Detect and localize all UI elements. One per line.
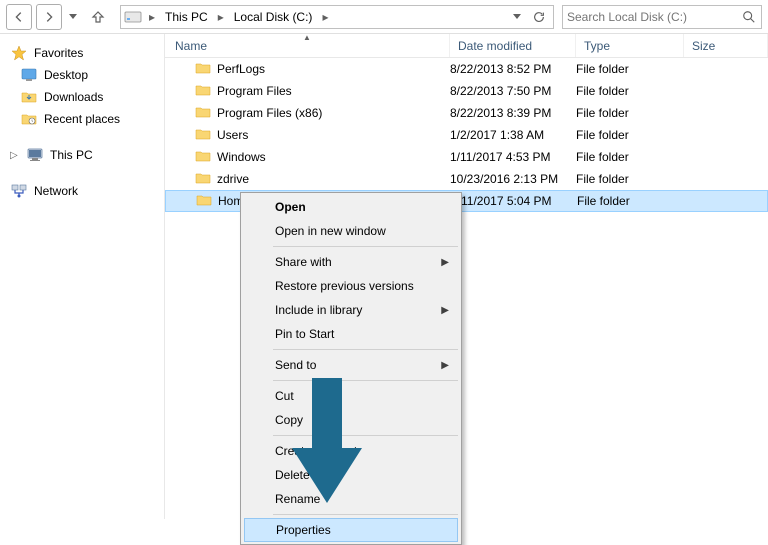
file-type: File folder bbox=[576, 172, 684, 186]
menu-item-copy[interactable]: Copy bbox=[243, 408, 459, 432]
sidebar-item-label: Desktop bbox=[44, 68, 88, 82]
file-list: PerfLogs8/22/2013 8:52 PMFile folderProg… bbox=[165, 58, 768, 212]
column-name[interactable]: ▲ Name bbox=[165, 34, 450, 57]
menu-item-include-in-library[interactable]: Include in library▶ bbox=[243, 298, 459, 322]
search-input[interactable] bbox=[567, 10, 741, 24]
file-date: 1/11/2017 4:53 PM bbox=[450, 150, 576, 164]
file-type: File folder bbox=[577, 194, 685, 208]
context-menu: OpenOpen in new window Share with▶Restore… bbox=[240, 192, 462, 545]
menu-separator bbox=[273, 514, 458, 515]
desktop-icon bbox=[20, 67, 38, 83]
file-name: Windows bbox=[217, 150, 266, 164]
sidebar-this-pc[interactable]: ▷ This PC bbox=[0, 144, 164, 166]
file-date: 8/22/2013 7:50 PM bbox=[450, 84, 576, 98]
sidebar-item-recent-places[interactable]: Recent places bbox=[0, 108, 164, 130]
column-type[interactable]: Type bbox=[576, 34, 684, 57]
sidebar-item-label: Recent places bbox=[44, 112, 120, 126]
folder-icon bbox=[195, 149, 211, 166]
chevron-down-icon[interactable] bbox=[507, 7, 527, 27]
search-icon[interactable] bbox=[741, 9, 757, 25]
folder-icon bbox=[195, 83, 211, 100]
folder-icon bbox=[195, 127, 211, 144]
sidebar-network[interactable]: Network bbox=[0, 180, 164, 202]
file-row[interactable]: Users 1/2/2017 1:38 AMFile folder bbox=[165, 124, 768, 146]
menu-item-create-shortcut[interactable]: Create shortcut bbox=[243, 439, 459, 463]
sidebar-favorites[interactable]: Favorites bbox=[0, 42, 164, 64]
navigation-pane: Favorites Desktop Downloads Recent place… bbox=[0, 34, 165, 519]
star-icon bbox=[10, 45, 28, 61]
caret-icon: ▷ bbox=[10, 150, 20, 161]
pc-icon bbox=[26, 147, 44, 163]
file-date: 8/22/2013 8:52 PM bbox=[450, 62, 576, 76]
menu-separator bbox=[273, 435, 458, 436]
file-row[interactable]: Program Files 8/22/2013 7:50 PMFile folde… bbox=[165, 80, 768, 102]
sort-ascending-icon: ▲ bbox=[303, 33, 311, 42]
file-date: 1/2/2017 1:38 AM bbox=[450, 128, 576, 142]
column-date[interactable]: Date modified bbox=[450, 34, 576, 57]
file-row[interactable]: zdrive 10/23/2016 2:13 PMFile folder bbox=[165, 168, 768, 190]
folder-icon bbox=[195, 105, 211, 122]
sidebar-item-desktop[interactable]: Desktop bbox=[0, 64, 164, 86]
sidebar-item-label: Network bbox=[34, 184, 78, 198]
submenu-arrow-icon: ▶ bbox=[441, 257, 449, 268]
downloads-icon bbox=[20, 89, 38, 105]
submenu-arrow-icon: ▶ bbox=[441, 360, 449, 371]
sidebar-item-label: This PC bbox=[50, 148, 93, 162]
file-type: File folder bbox=[576, 128, 684, 142]
chevron-right-icon[interactable]: ▸ bbox=[214, 10, 228, 24]
menu-separator bbox=[273, 349, 458, 350]
column-headers: ▲ Name Date modified Type Size bbox=[165, 34, 768, 58]
forward-button[interactable] bbox=[36, 4, 62, 30]
menu-item-properties[interactable]: Properties bbox=[244, 518, 458, 542]
menu-separator bbox=[273, 246, 458, 247]
folder-icon bbox=[196, 193, 212, 210]
file-name: Program Files (x86) bbox=[217, 106, 322, 120]
folder-icon bbox=[195, 171, 211, 188]
recent-places-icon bbox=[20, 111, 38, 127]
drive-icon bbox=[123, 8, 143, 26]
menu-item-open[interactable]: Open bbox=[243, 195, 459, 219]
file-date: 1/11/2017 5:04 PM bbox=[451, 194, 577, 208]
file-type: File folder bbox=[576, 62, 684, 76]
chevron-right-icon[interactable]: ▸ bbox=[318, 10, 332, 24]
network-icon bbox=[10, 183, 28, 199]
menu-item-rename[interactable]: Rename bbox=[243, 487, 459, 511]
submenu-arrow-icon: ▶ bbox=[441, 305, 449, 316]
column-size[interactable]: Size bbox=[684, 34, 768, 57]
menu-item-send-to[interactable]: Send to▶ bbox=[243, 353, 459, 377]
file-row[interactable]: PerfLogs 8/22/2013 8:52 PMFile folder bbox=[165, 58, 768, 80]
breadcrumb[interactable]: ▸ This PC ▸ Local Disk (C:) ▸ bbox=[120, 5, 554, 29]
menu-item-open-in-new-window[interactable]: Open in new window bbox=[243, 219, 459, 243]
file-name: zdrive bbox=[217, 172, 249, 186]
breadcrumb-this-pc[interactable]: This PC bbox=[159, 6, 214, 28]
sidebar-item-downloads[interactable]: Downloads bbox=[0, 86, 164, 108]
chevron-right-icon[interactable]: ▸ bbox=[145, 10, 159, 24]
menu-item-cut[interactable]: Cut bbox=[243, 384, 459, 408]
menu-item-delete[interactable]: Delete bbox=[243, 463, 459, 487]
back-button[interactable] bbox=[6, 4, 32, 30]
menu-item-pin-to-start[interactable]: Pin to Start bbox=[243, 322, 459, 346]
refresh-icon[interactable] bbox=[529, 7, 549, 27]
file-row[interactable]: Program Files (x86) 8/22/2013 8:39 PMFile… bbox=[165, 102, 768, 124]
folder-icon bbox=[195, 61, 211, 78]
menu-separator bbox=[273, 380, 458, 381]
recent-locations-dropdown[interactable] bbox=[66, 4, 80, 30]
file-name: PerfLogs bbox=[217, 62, 265, 76]
breadcrumb-local-disk[interactable]: Local Disk (C:) bbox=[228, 6, 319, 28]
sidebar-item-label: Downloads bbox=[44, 90, 103, 104]
file-type: File folder bbox=[576, 150, 684, 164]
file-name: Program Files bbox=[217, 84, 292, 98]
sidebar-item-label: Favorites bbox=[34, 46, 83, 60]
up-button[interactable] bbox=[86, 5, 110, 29]
file-type: File folder bbox=[576, 106, 684, 120]
toolbar: ▸ This PC ▸ Local Disk (C:) ▸ bbox=[0, 0, 768, 34]
file-date: 8/22/2013 8:39 PM bbox=[450, 106, 576, 120]
menu-item-share-with[interactable]: Share with▶ bbox=[243, 250, 459, 274]
file-row[interactable]: Windows 1/11/2017 4:53 PMFile folder bbox=[165, 146, 768, 168]
menu-item-restore-previous-versions[interactable]: Restore previous versions bbox=[243, 274, 459, 298]
file-type: File folder bbox=[576, 84, 684, 98]
file-name: Users bbox=[217, 128, 248, 142]
search-box[interactable] bbox=[562, 5, 762, 29]
file-date: 10/23/2016 2:13 PM bbox=[450, 172, 576, 186]
